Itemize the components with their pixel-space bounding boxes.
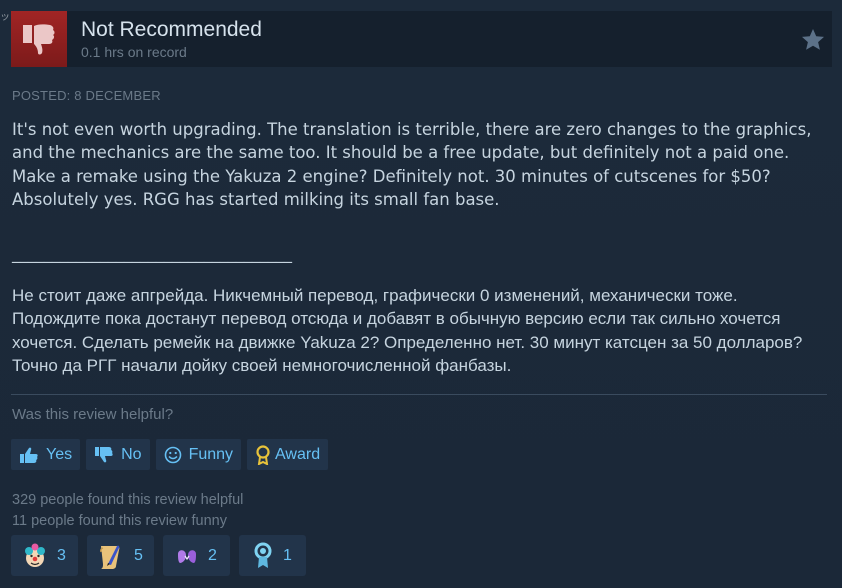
- review-verdict: Not Recommended: [81, 18, 262, 41]
- vote-yes-button[interactable]: Yes: [11, 439, 81, 470]
- corner-glyph: ッ: [0, 12, 10, 23]
- text-divider: ___________________________________: [12, 244, 292, 263]
- vote-funny-button[interactable]: Funny: [155, 439, 242, 470]
- heart-hands-icon: [178, 549, 197, 563]
- award-icon: [255, 444, 271, 465]
- funny-count: 11 people found this review funny: [12, 512, 227, 529]
- ribbon-medal-icon: [254, 542, 272, 568]
- thumbs-up-icon: [19, 446, 39, 464]
- award-count: 2: [208, 546, 217, 564]
- clown-face-icon: [25, 543, 46, 567]
- award-count: 3: [57, 546, 66, 564]
- review-text-russian: Не стоит даже апгрейда. Никчемный перево…: [12, 286, 803, 375]
- star-icon[interactable]: [800, 27, 826, 53]
- award-button[interactable]: Award: [247, 439, 329, 470]
- helpful-count: 329 people found this review helpful: [12, 492, 244, 508]
- award-chip[interactable]: 1: [239, 535, 306, 576]
- vote-no-label: No: [121, 445, 142, 463]
- award-count: 5: [134, 546, 143, 564]
- separator: [11, 394, 827, 395]
- hours-on-record: 0.1 hrs on record: [81, 44, 187, 60]
- scroll-quill-icon: [100, 545, 120, 569]
- award-chip[interactable]: 3: [11, 535, 78, 576]
- award-chip[interactable]: 2: [163, 535, 230, 576]
- vote-no-button[interactable]: No: [86, 439, 150, 470]
- vote-yes-label: Yes: [46, 445, 73, 463]
- award-chip[interactable]: 5: [87, 535, 154, 576]
- vote-funny-label: Funny: [188, 445, 234, 463]
- award-count: 1: [283, 546, 292, 564]
- review-text-english: It's not even worth upgrading. The trans…: [12, 120, 812, 209]
- thumbs-down-badge: [11, 11, 67, 67]
- award-label: Award: [275, 445, 321, 463]
- helpful-question: Was this review helpful?: [12, 406, 174, 423]
- vote-buttons: Yes No Funny Award: [11, 439, 329, 470]
- awards-row: 3 5 2 1: [11, 535, 306, 576]
- thumbs-down-small-icon: [94, 446, 114, 464]
- review-header[interactable]: Not Recommended 0.1 hrs on record: [11, 11, 832, 67]
- review-stats: 329 people found this review helpful 11 …: [12, 490, 243, 531]
- review-card: ッ Not Recommended 0.1 hrs on record Post…: [0, 0, 842, 588]
- thumbs-down-icon: [23, 24, 55, 55]
- posted-date: Posted: 8 December: [12, 88, 161, 103]
- smiley-icon: [164, 446, 182, 464]
